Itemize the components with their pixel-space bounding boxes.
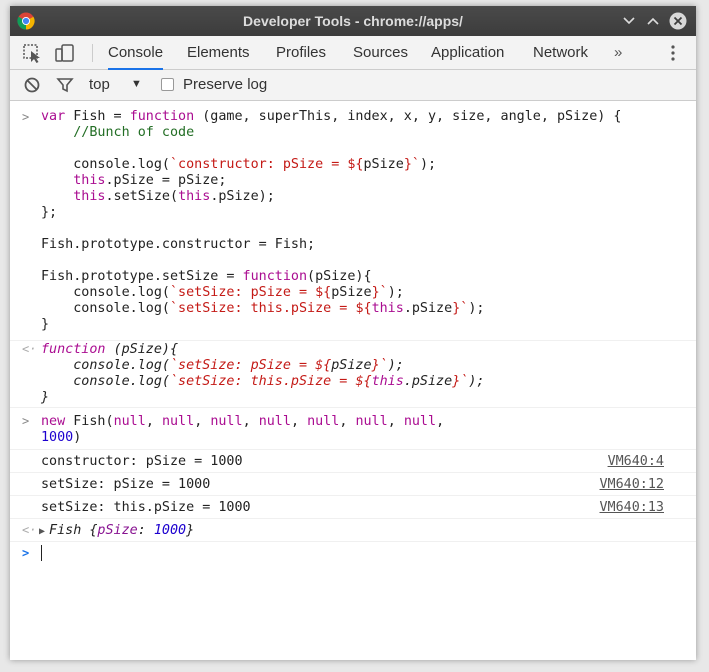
log-source-link[interactable]: VM640:12 — [600, 473, 665, 496]
device-toolbar-icon[interactable] — [54, 43, 76, 63]
console-log-row: constructor: pSize = 1000 VM640:4 — [10, 450, 696, 473]
filter-icon[interactable] — [56, 76, 74, 94]
tab-network[interactable]: Network — [533, 36, 588, 70]
log-source-link[interactable]: VM640:13 — [600, 496, 665, 519]
prompt-chevron-icon: > — [22, 546, 30, 560]
code-line: 1000) — [41, 430, 82, 445]
tab-console[interactable]: Console — [108, 36, 164, 70]
result-prop-name: pSize — [97, 523, 138, 538]
code-line: this.setSize(this.pSize); — [73, 189, 275, 204]
console-input-code: var Fish = function (game, superThis, in… — [41, 109, 696, 333]
result-class-name[interactable]: Fish — [49, 523, 81, 538]
console-log-row: setSize: pSize = 1000 VM640:12 — [10, 473, 696, 496]
maximize-icon[interactable] — [644, 12, 662, 30]
log-message: constructor: pSize = 1000 — [41, 454, 243, 469]
code-line: console.log(`setSize: pSize = ${pSize}`)… — [41, 358, 404, 373]
tab-sources[interactable]: Sources — [353, 36, 408, 70]
log-source-link[interactable]: VM640:4 — [608, 450, 664, 473]
console-input-code: new Fish(null, null, null, null, null, n… — [41, 414, 696, 446]
log-message: setSize: pSize = 1000 — [41, 477, 211, 492]
preserve-log-label: Preserve log — [183, 76, 268, 93]
console-result-code: function (pSize){ console.log(`setSize: … — [41, 342, 696, 406]
context-dropdown-arrow-icon[interactable]: ▼ — [131, 78, 142, 90]
console-input-entry: > var Fish = function (game, superThis, … — [10, 102, 696, 341]
code-line: }; — [41, 205, 58, 220]
code-line: console.log(`setSize: this.pSize = ${thi… — [41, 301, 485, 316]
panel-tabbar: Console Elements Profiles Sources Applic… — [10, 36, 696, 70]
context-selector[interactable]: top — [89, 76, 110, 93]
result-arrow-icon: <· — [22, 342, 37, 356]
close-icon[interactable] — [669, 12, 687, 30]
devtools-window: Developer Tools - chrome://apps/ Console… — [10, 6, 696, 660]
title-bar: Developer Tools - chrome://apps/ — [10, 6, 696, 36]
expand-triangle-icon[interactable]: ▶ — [39, 526, 45, 537]
result-arrow-icon: <· — [22, 523, 37, 537]
inspect-element-icon[interactable] — [22, 43, 44, 63]
console-prompt[interactable]: > — [10, 542, 696, 565]
text-cursor — [41, 545, 42, 561]
console-filterbar: top ▼ Preserve log — [10, 70, 696, 101]
tab-profiles[interactable]: Profiles — [276, 36, 326, 70]
code-line: new Fish(null, null, null, null, null, n… — [41, 414, 445, 429]
code-line: console.log(`constructor: pSize = ${pSiz… — [41, 157, 437, 172]
toolbar-divider — [92, 44, 93, 62]
code-line: var Fish = function (game, superThis, in… — [41, 109, 622, 124]
log-message: setSize: this.pSize = 1000 — [41, 500, 251, 515]
input-chevron-icon: > — [22, 414, 30, 428]
code-line: console.log(`setSize: this.pSize = ${thi… — [41, 374, 485, 389]
code-line: this.pSize = pSize; — [73, 173, 227, 188]
console-result-entry: <· ▶ Fish {pSize: 1000} — [10, 519, 696, 542]
code-line: } — [41, 317, 50, 332]
code-line: } — [41, 390, 50, 405]
minimize-icon[interactable] — [620, 12, 638, 30]
more-tabs-chevron-icon[interactable]: » — [614, 44, 622, 61]
tab-elements[interactable]: Elements — [187, 36, 250, 70]
input-chevron-icon: > — [22, 110, 30, 124]
tab-application[interactable]: Application — [431, 36, 504, 70]
preserve-log-checkbox[interactable] — [161, 78, 174, 91]
result-prop-value: 1000 — [153, 523, 187, 538]
code-line: function (pSize){ — [41, 342, 179, 357]
code-line: Fish.prototype.setSize = function(pSize)… — [41, 269, 372, 284]
window-title: Developer Tools - chrome://apps/ — [243, 13, 463, 29]
code-line: console.log(`setSize: pSize = ${pSize}`)… — [41, 285, 404, 300]
code-line: //Bunch of code — [73, 125, 195, 140]
console-result-entry: <· function (pSize){ console.log(`setSiz… — [10, 341, 696, 408]
clear-console-icon[interactable] — [23, 76, 41, 94]
console-log-row: setSize: this.pSize = 1000 VM640:13 — [10, 496, 696, 519]
console-input-entry: > new Fish(null, null, null, null, null,… — [10, 408, 696, 450]
kebab-menu-icon[interactable] — [670, 44, 676, 62]
console-output[interactable]: > var Fish = function (game, superThis, … — [10, 102, 696, 660]
code-line: Fish.prototype.constructor = Fish; — [41, 237, 316, 252]
